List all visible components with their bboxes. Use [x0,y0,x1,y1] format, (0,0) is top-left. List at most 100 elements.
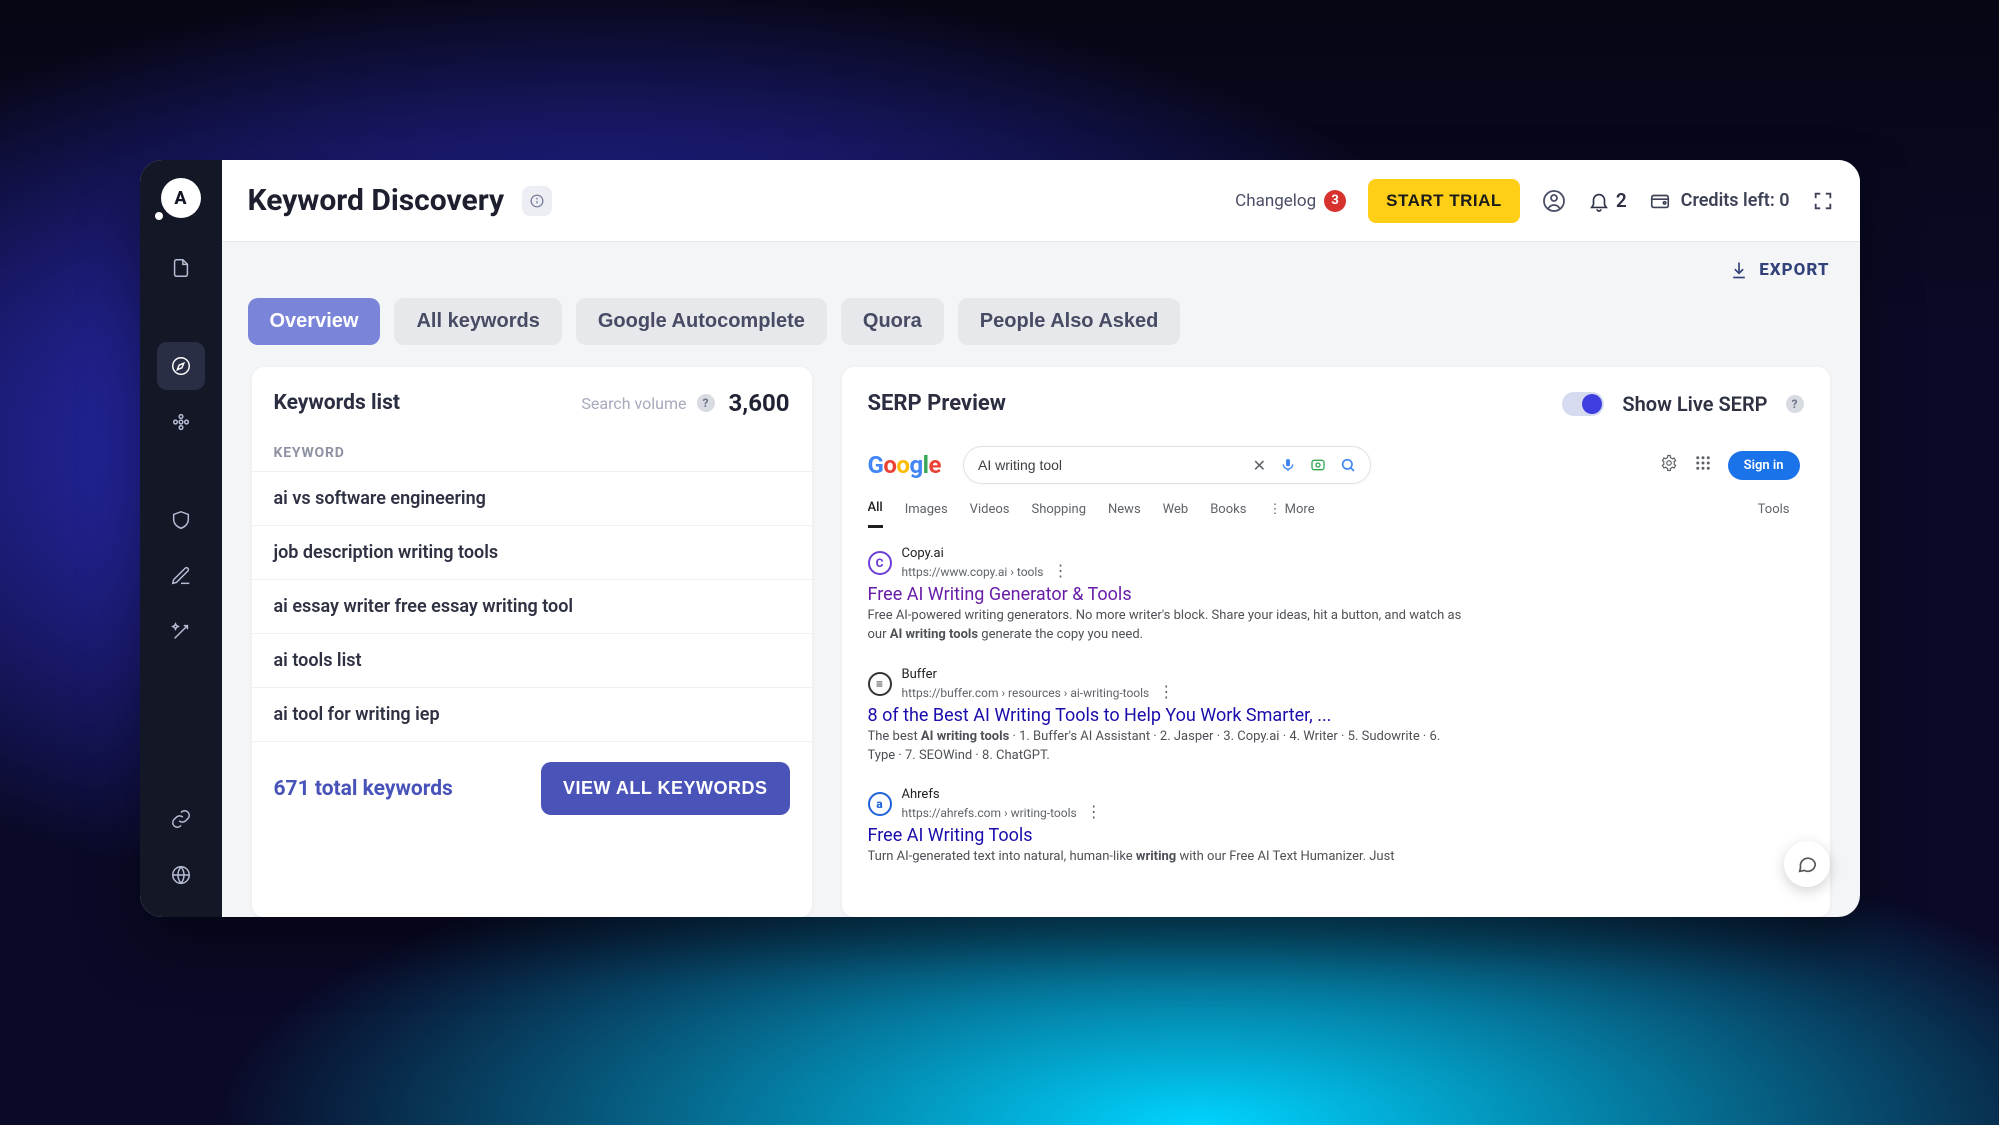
result-url: https://www.copy.ai › tools ⋮ [902,561,1075,580]
chat-fab[interactable] [1784,841,1830,887]
start-trial-button[interactable]: START TRIAL [1368,179,1520,223]
tab-bar: Overview All keywords Google Autocomplete Q… [222,298,1860,367]
result-source: a Ahrefs https://ahrefs.com › writing-to… [868,787,1468,821]
live-serp-toggle[interactable] [1562,392,1604,416]
bell-icon [1588,190,1610,212]
content: Keywords list Search volume ? 3,600 KEYW… [222,367,1860,917]
google-tools[interactable]: Tools [1758,502,1820,517]
download-icon [1729,260,1749,280]
live-serp-label: Show Live SERP [1622,392,1767,416]
topbar: Keyword Discovery Changelog 3 START TRIA… [222,160,1860,242]
google-tab-shopping[interactable]: Shopping [1031,494,1086,527]
result-source-name: Ahrefs [902,787,1108,802]
mic-icon[interactable] [1280,457,1296,473]
notifications-button[interactable]: 2 [1588,189,1627,212]
result-url: https://ahrefs.com › writing-tools ⋮ [902,802,1108,821]
app-window: A Key [140,160,1860,917]
keywords-column-header: KEYWORD [252,431,812,472]
globe-icon [170,864,192,886]
sidebar-item-explore[interactable] [157,342,205,390]
sidebar-item-link[interactable] [157,795,205,843]
tab-all-keywords[interactable]: All keywords [394,298,561,345]
keywords-title: Keywords list [274,391,400,415]
wand-icon [170,621,192,643]
sidebar-item-flower[interactable] [157,398,205,446]
result-source-text: Copy.ai https://www.copy.ai › tools ⋮ [902,546,1075,580]
google-logo: Google [868,451,942,479]
result-source-name: Copy.ai [902,546,1075,561]
google-tabs: All Images Videos Shopping News Web Books ⋮ Mor… [868,490,1315,528]
result-title-link[interactable]: 8 of the Best AI Writing Tools to Help Y… [868,701,1468,728]
google-tabs-row: All Images Videos Shopping News Web Books ⋮ Mor… [868,490,1820,528]
changelog-count-badge: 3 [1324,190,1346,212]
keyword-row[interactable]: ai essay writer free essay writing tool [252,580,812,634]
sidebar-item-magic[interactable] [157,608,205,656]
result-source: ≡ Buffer https://buffer.com › resources … [868,667,1468,701]
gear-icon[interactable] [1660,454,1678,476]
search-volume-label: Search volume [581,394,686,413]
export-label: EXPORT [1759,260,1829,280]
serp-title: SERP Preview [868,391,1006,416]
google-signin-button[interactable]: Sign in [1728,451,1800,480]
edit-icon [170,565,192,587]
serp-result: ≡ Buffer https://buffer.com › resources … [868,649,1468,770]
help-icon[interactable]: ? [1786,395,1804,413]
sidebar: A [140,160,222,917]
sidebar-item-settings[interactable] [157,851,205,899]
changelog-link[interactable]: Changelog 3 [1235,190,1346,212]
result-source-text: Buffer https://buffer.com › resources › … [902,667,1181,701]
google-tab-images[interactable]: Images [905,494,948,527]
main: Keyword Discovery Changelog 3 START TRIA… [222,160,1860,917]
result-source-name: Buffer [902,667,1181,682]
serp-header-right: Show Live SERP ? [1562,392,1803,416]
result-title-link[interactable]: Free AI Writing Generator & Tools [868,580,1468,607]
serp-result: C Copy.ai https://www.copy.ai › tools ⋮ … [868,528,1468,649]
account-button[interactable] [1542,189,1566,213]
google-tab-more[interactable]: ⋮ More [1268,494,1314,527]
apps-icon[interactable] [1694,454,1712,476]
tab-overview[interactable]: Overview [248,298,381,345]
keyword-row[interactable]: ai tools list [252,634,812,688]
sidebar-item-edit[interactable] [157,552,205,600]
google-search-input[interactable] [978,457,1241,473]
keywords-panel: Keywords list Search volume ? 3,600 KEYW… [252,367,812,917]
google-search-box[interactable]: ✕ [963,446,1371,484]
changelog-label: Changelog [1235,191,1316,211]
credits-display[interactable]: Credits left: 0 [1649,190,1790,212]
sidebar-item-shield[interactable] [157,496,205,544]
export-button[interactable]: EXPORT [1729,260,1829,280]
tab-google-autocomplete[interactable]: Google Autocomplete [576,298,827,345]
result-source: C Copy.ai https://www.copy.ai › tools ⋮ [868,546,1468,580]
result-title-link[interactable]: Free AI Writing Tools [868,821,1468,848]
help-icon[interactable]: ? [697,394,715,412]
google-tab-books[interactable]: Books [1210,494,1246,527]
app-logo[interactable]: A [161,178,201,218]
kebab-icon[interactable]: ⋮ [1080,802,1108,821]
sidebar-item-document[interactable] [157,244,205,292]
google-tab-videos[interactable]: Videos [970,494,1010,527]
wallet-icon [1649,190,1671,212]
result-snippet: Turn AI-generated text into natural, hum… [868,848,1468,867]
result-favicon: C [868,551,892,575]
tab-quora[interactable]: Quora [841,298,944,345]
info-button[interactable] [522,186,552,216]
view-all-keywords-button[interactable]: VIEW ALL KEYWORDS [541,762,790,815]
result-source-text: Ahrefs https://ahrefs.com › writing-tool… [902,787,1108,821]
lens-icon[interactable] [1310,457,1326,473]
serp-panel: SERP Preview Show Live SERP ? Google [842,367,1830,917]
clear-icon[interactable]: ✕ [1253,456,1266,475]
kebab-icon[interactable]: ⋮ [1046,561,1074,580]
fullscreen-button[interactable] [1812,190,1834,212]
keyword-row[interactable]: ai vs software engineering [252,472,812,526]
google-tab-web[interactable]: Web [1163,494,1189,527]
kebab-icon[interactable]: ⋮ [1152,682,1180,701]
search-icon[interactable] [1340,457,1356,473]
keyword-row[interactable]: job description writing tools [252,526,812,580]
tab-people-also-asked[interactable]: People Also Asked [958,298,1181,345]
google-tab-all[interactable]: All [868,492,883,528]
google-tab-news[interactable]: News [1108,494,1141,527]
subbar: EXPORT [222,242,1860,298]
google-search-icons: ✕ [1253,456,1356,475]
keyword-row[interactable]: ai tool for writing iep [252,688,812,742]
chat-icon [1796,853,1818,875]
